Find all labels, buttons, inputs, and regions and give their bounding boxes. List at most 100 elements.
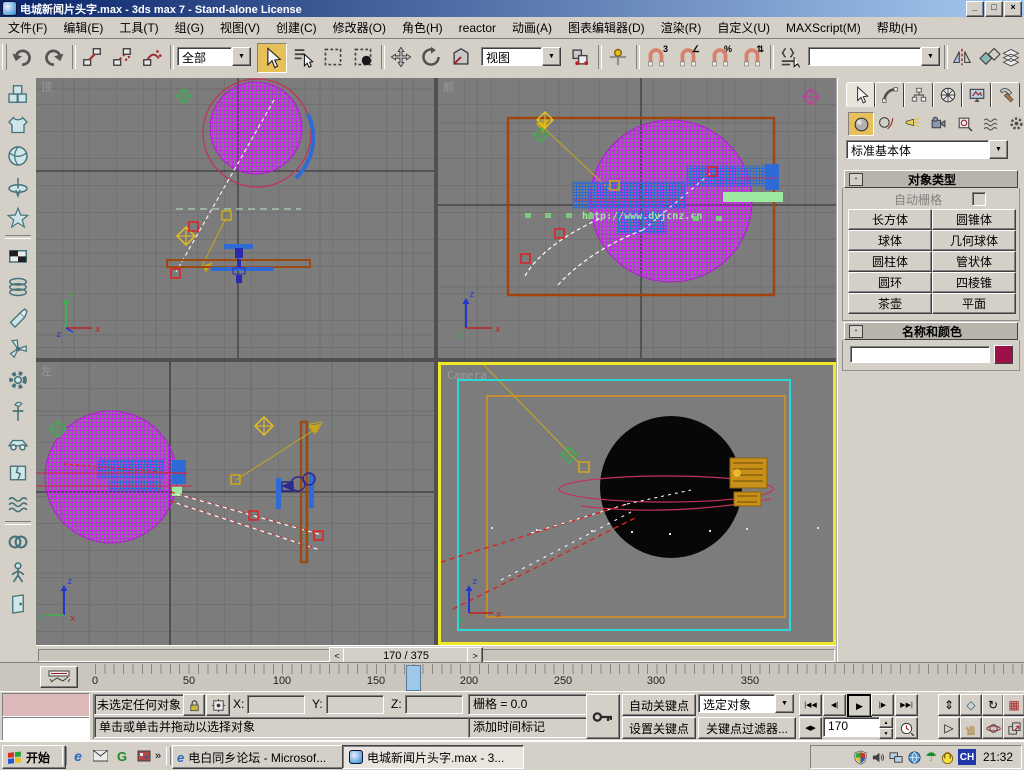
key-scope-dropdown[interactable]: 选定对象 ▼ bbox=[698, 694, 794, 713]
chevron-down-icon[interactable]: ▼ bbox=[775, 694, 794, 713]
spinner-down-icon[interactable]: ▼ bbox=[879, 728, 893, 739]
absolute-offset-toggle[interactable] bbox=[206, 694, 230, 716]
select-by-name-button[interactable] bbox=[289, 43, 317, 71]
tab-biped-icon[interactable] bbox=[3, 558, 33, 588]
select-and-scale-button[interactable] bbox=[447, 43, 475, 71]
volume-icon[interactable] bbox=[871, 750, 886, 765]
use-pivot-point-center-button[interactable] bbox=[566, 43, 594, 71]
tab-fan-icon[interactable] bbox=[3, 334, 33, 364]
window-titlebar[interactable]: 电城新闻片头字.max - 3ds max 7 - Stand-alone Li… bbox=[0, 0, 1024, 17]
menu-reactor[interactable]: reactor bbox=[451, 19, 504, 37]
select-and-manipulate-button[interactable] bbox=[604, 43, 632, 71]
subtab-lights[interactable] bbox=[900, 112, 924, 134]
rectangular-selection-region-button[interactable] bbox=[319, 43, 347, 71]
undo-button[interactable] bbox=[8, 43, 36, 71]
tab-spindle-icon[interactable] bbox=[3, 172, 33, 202]
maxscript-macro-recorder[interactable] bbox=[2, 693, 90, 717]
dolly-camera-button[interactable]: ⇕ bbox=[938, 694, 960, 716]
subtab-helpers[interactable] bbox=[952, 112, 976, 134]
menu-animation[interactable]: 动画(A) bbox=[504, 17, 560, 38]
tab-display[interactable] bbox=[962, 82, 991, 107]
quicklaunch-mail-icon[interactable] bbox=[90, 747, 110, 765]
subtab-spacewarps[interactable] bbox=[978, 112, 1002, 134]
reference-coordinate-dropdown[interactable]: 视图 ▼ bbox=[481, 47, 561, 66]
y-coordinate-field[interactable] bbox=[326, 695, 384, 714]
tab-motion[interactable] bbox=[933, 82, 962, 107]
menu-views[interactable]: 视图(V) bbox=[212, 17, 268, 38]
tab-utilities[interactable] bbox=[991, 82, 1020, 107]
menu-character[interactable]: 角色(H) bbox=[394, 17, 451, 38]
viewport-top[interactable]: x y z 顶 bbox=[36, 78, 434, 358]
frame-spinner[interactable]: ▲ ▼ bbox=[879, 717, 891, 736]
time-configuration-button[interactable] bbox=[895, 717, 918, 739]
tab-car-icon[interactable] bbox=[3, 427, 33, 457]
menu-customize[interactable]: 自定义(U) bbox=[709, 17, 778, 38]
menu-maxscript[interactable]: MAXScript(M) bbox=[778, 19, 869, 37]
menu-group[interactable]: 组(G) bbox=[167, 17, 212, 38]
taskbar-item-3dsmax[interactable]: 电城新闻片头字.max - 3... bbox=[342, 745, 524, 769]
sphere-object[interactable] bbox=[210, 82, 302, 174]
selection-filter-dropdown[interactable]: 全部 ▼ bbox=[177, 47, 251, 66]
mirror-button[interactable] bbox=[948, 43, 976, 71]
rollout-object-type[interactable]: - 对象类型 bbox=[844, 170, 1018, 188]
create-teapot-button[interactable]: 茶壶 bbox=[848, 293, 932, 314]
window-crossing-toggle-button[interactable] bbox=[349, 43, 377, 71]
current-frame-field[interactable]: 170 bbox=[823, 717, 885, 737]
tab-knot-icon[interactable] bbox=[3, 527, 33, 557]
sphere-object-shaded[interactable] bbox=[600, 416, 742, 558]
layer-manager-button[interactable] bbox=[1000, 43, 1022, 71]
select-and-move-button[interactable] bbox=[387, 43, 415, 71]
z-coordinate-field[interactable] bbox=[405, 695, 463, 714]
bar-object[interactable] bbox=[276, 478, 281, 509]
create-box-button[interactable]: 长方体 bbox=[848, 209, 932, 230]
create-sphere-button[interactable]: 球体 bbox=[848, 230, 932, 251]
chevron-down-icon[interactable]: ▼ bbox=[921, 47, 940, 66]
create-tube-button[interactable]: 管状体 bbox=[932, 251, 1016, 272]
subtab-cameras[interactable] bbox=[926, 112, 950, 134]
autogrid-checkbox[interactable] bbox=[972, 192, 986, 206]
quicklaunch-overflow-chevron[interactable]: » bbox=[152, 747, 164, 765]
go-to-end-button[interactable]: ▶▶| bbox=[895, 694, 918, 716]
menu-file[interactable]: 文件(F) bbox=[0, 17, 55, 38]
taskbar-grip[interactable] bbox=[166, 747, 171, 765]
create-plane-button[interactable]: 平面 bbox=[932, 293, 1016, 314]
orbit-camera-button[interactable] bbox=[982, 717, 1004, 739]
set-key-button[interactable]: 设置关键点 bbox=[622, 717, 696, 739]
track-bar-ticks[interactable] bbox=[88, 664, 1024, 674]
menu-edit[interactable]: 编辑(E) bbox=[55, 17, 111, 38]
tab-fracture-icon[interactable] bbox=[3, 458, 33, 488]
edit-named-selection-sets-button[interactable] bbox=[776, 43, 804, 71]
viewport-front[interactable]: http://www.dvjcnz.cn x z y 前 bbox=[438, 78, 836, 358]
network-icon[interactable] bbox=[889, 750, 904, 765]
go-to-start-button[interactable]: |◀◀ bbox=[799, 694, 822, 716]
tray-clock[interactable]: 21:32 bbox=[979, 750, 1017, 764]
start-button[interactable]: 开始 bbox=[2, 745, 66, 769]
tab-cloth-icon[interactable] bbox=[3, 110, 33, 140]
chevron-down-icon[interactable]: ▼ bbox=[542, 47, 561, 66]
rollout-name-color[interactable]: - 名称和颜色 bbox=[844, 322, 1018, 340]
quicklaunch-browser-icon[interactable]: G bbox=[112, 747, 132, 765]
collapse-icon[interactable]: - bbox=[849, 173, 863, 186]
key-mode-toggle-button[interactable]: ◀▶ bbox=[799, 717, 822, 739]
url-3d-text[interactable]: http://www.dvjcnz.cn bbox=[582, 210, 702, 222]
auto-key-button[interactable]: 自动关键点 bbox=[622, 694, 696, 716]
create-geosphere-button[interactable]: 几何球体 bbox=[932, 230, 1016, 251]
antivirus-shield-icon[interactable] bbox=[853, 750, 868, 765]
taskbar-grip[interactable] bbox=[62, 747, 67, 765]
previous-frame-button[interactable]: ◀| bbox=[823, 694, 846, 716]
close-button[interactable]: × bbox=[1004, 1, 1022, 17]
gold-text-object[interactable] bbox=[730, 458, 767, 506]
menu-graph-editors[interactable]: 图表编辑器(D) bbox=[560, 17, 653, 38]
spinner-snap-toggle-button[interactable]: ⇅ bbox=[738, 43, 766, 71]
chevron-down-icon[interactable]: ▼ bbox=[232, 47, 251, 66]
menu-tools[interactable]: 工具(T) bbox=[111, 17, 166, 38]
angle-snap-toggle-button[interactable]: ∠ bbox=[674, 43, 702, 71]
taskbar-item-forum[interactable]: e 电白同乡论坛 - Microsof... bbox=[172, 745, 348, 769]
snaps-toggle-button[interactable]: 3 bbox=[642, 43, 670, 71]
roll-camera-button[interactable]: ↻ bbox=[982, 694, 1004, 716]
tab-star-icon[interactable] bbox=[3, 203, 33, 233]
ime-indicator[interactable]: CH bbox=[958, 749, 976, 765]
viewport-camera[interactable]: x z y Camera bbox=[438, 362, 836, 645]
bar-object[interactable] bbox=[309, 474, 314, 508]
set-key-big-button[interactable] bbox=[586, 694, 620, 739]
